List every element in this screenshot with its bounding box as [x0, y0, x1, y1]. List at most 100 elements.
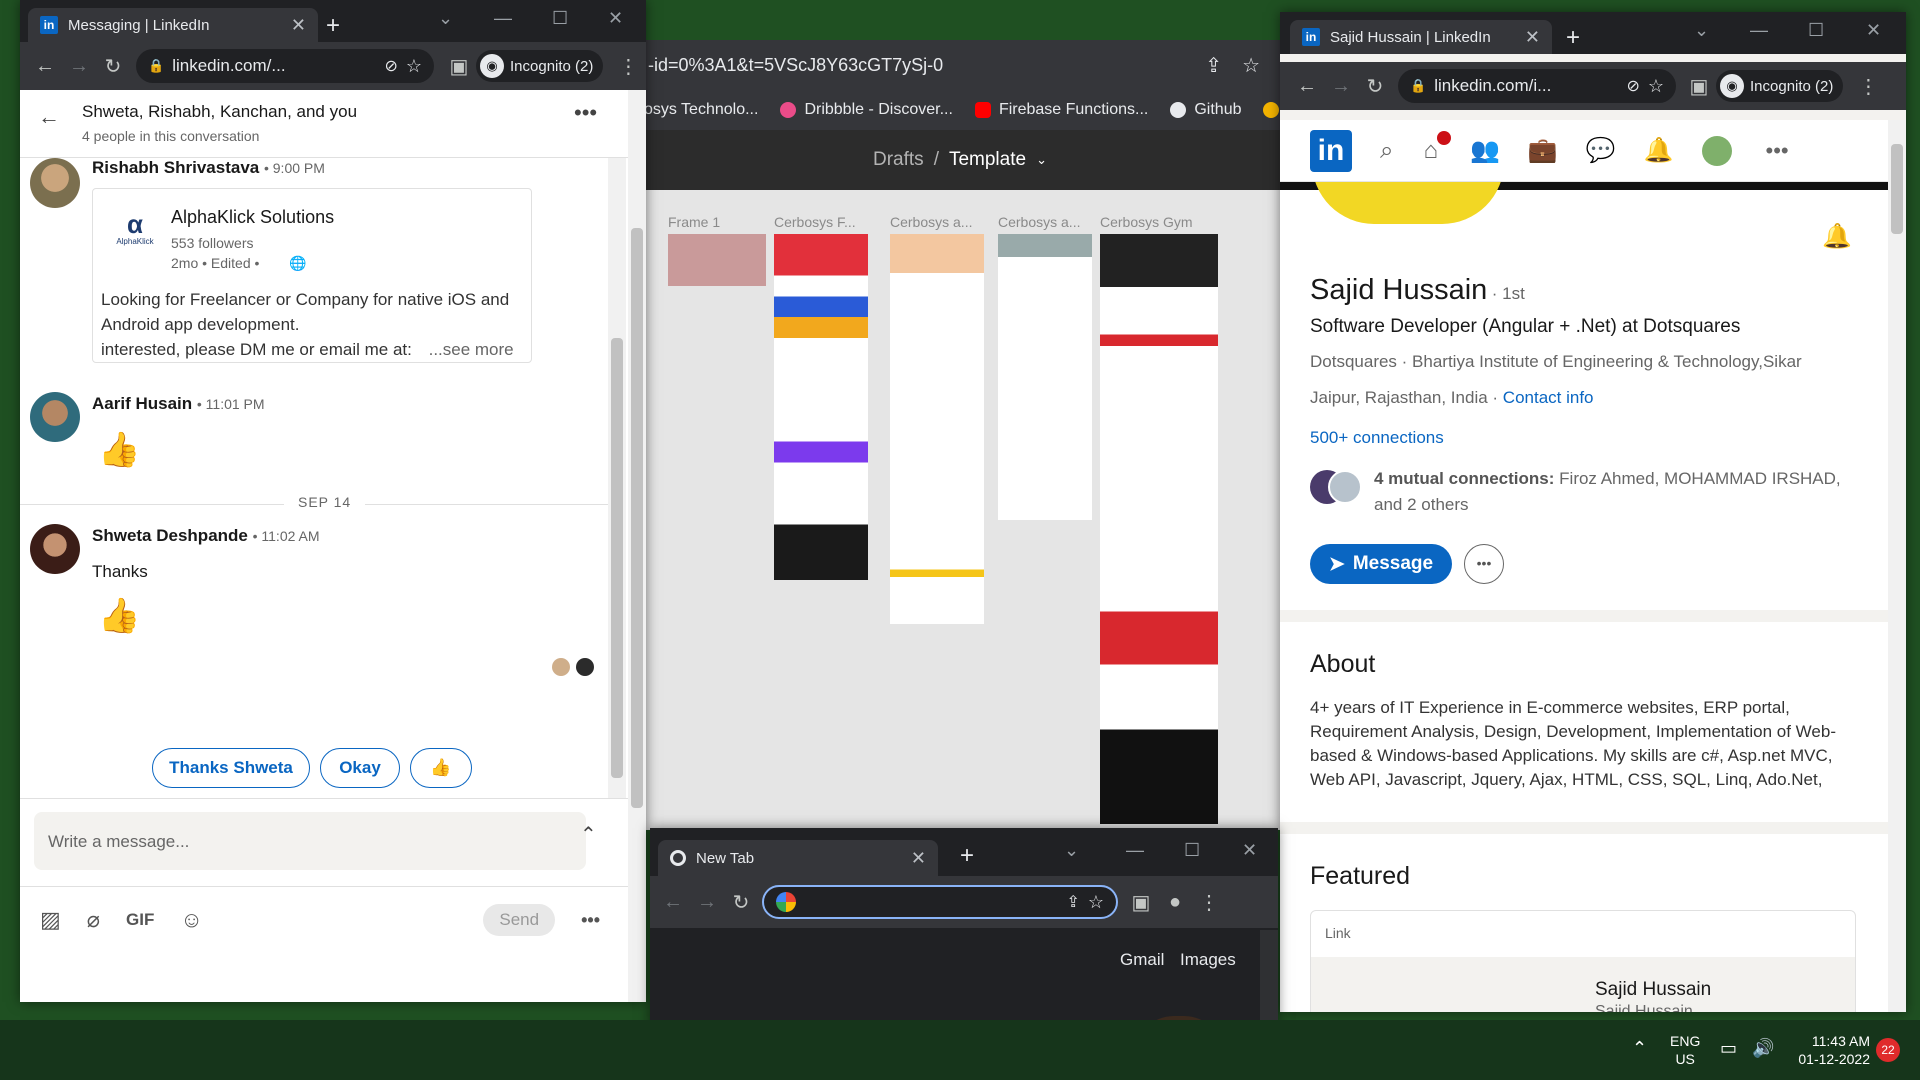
new-tab-icon[interactable]: +: [326, 12, 340, 40]
menu-dots-icon[interactable]: ⋮: [1851, 74, 1885, 99]
reload-icon[interactable]: ↻: [96, 54, 130, 79]
back-icon[interactable]: ←: [656, 891, 690, 914]
tab-messaging[interactable]: in Messaging | LinkedIn ✕: [28, 8, 318, 42]
attach-icon[interactable]: ⌀: [87, 907, 100, 933]
breadcrumb-drafts[interactable]: Drafts: [873, 149, 924, 171]
figma-canvas[interactable]: Frame 1 Cerbosys F... Cerbosys a... Cerb…: [640, 190, 1280, 830]
profile-content[interactable]: 🔔 Sajid Hussain · 1st Software Developer…: [1280, 182, 1888, 1012]
message-button[interactable]: ➤ Message: [1310, 544, 1452, 584]
more-options-icon[interactable]: •••: [1766, 138, 1789, 164]
message-list[interactable]: Rishabh Shrivastava • 9:00 PM α AlphaKli…: [20, 158, 628, 798]
avatar[interactable]: [30, 392, 80, 442]
avatar[interactable]: [30, 524, 80, 574]
gmail-link[interactable]: Gmail: [1120, 950, 1164, 970]
images-link[interactable]: Images: [1180, 950, 1236, 970]
contact-info-link[interactable]: Contact info: [1503, 388, 1594, 407]
back-icon[interactable]: ←: [28, 55, 62, 78]
bookmark-star-icon[interactable]: ☆: [1088, 892, 1104, 913]
notification-badge[interactable]: 22: [1876, 1038, 1900, 1062]
reload-icon[interactable]: ↻: [1358, 74, 1392, 99]
gif-button[interactable]: GIF: [126, 910, 154, 930]
bookmark-item[interactable]: Firebase Functions...: [974, 101, 1148, 119]
sender-name[interactable]: Rishabh Shrivastava: [92, 158, 259, 177]
more-options-icon[interactable]: •••: [574, 100, 597, 126]
quick-reply-button[interactable]: 👍: [410, 748, 472, 788]
maximize-icon[interactable]: ☐: [1184, 840, 1200, 861]
me-avatar[interactable]: [1701, 135, 1732, 166]
tab-new-tab[interactable]: New Tab ✕: [658, 840, 938, 876]
maximize-icon[interactable]: ☐: [552, 8, 568, 29]
frame-label[interactable]: Cerbosys a...: [890, 214, 972, 230]
quick-reply-button[interactable]: Thanks Shweta: [152, 748, 310, 788]
expand-compose-icon[interactable]: ⌃: [580, 822, 597, 847]
back-arrow-icon[interactable]: ←: [38, 104, 60, 130]
side-panel-icon[interactable]: ▣: [1124, 890, 1158, 915]
side-panel-icon[interactable]: ▣: [1682, 74, 1716, 99]
show-hidden-icons-icon[interactable]: ⌃: [1632, 1038, 1647, 1059]
mutual-connections[interactable]: 4 mutual connections: Firoz Ahmed, MOHAM…: [1374, 466, 1854, 518]
forward-icon[interactable]: →: [62, 55, 96, 78]
scrollbar-thumb[interactable]: [611, 338, 623, 778]
address-bar[interactable]: 🔒 linkedin.com/... ⊘ ☆: [136, 49, 434, 83]
profile-photo[interactable]: [1312, 182, 1504, 224]
tab-profile[interactable]: in Sajid Hussain | LinkedIn ✕: [1290, 20, 1552, 54]
incognito-badge[interactable]: ◉ Incognito (2): [476, 50, 604, 82]
quick-reply-button[interactable]: Okay: [320, 748, 400, 788]
frame-thumbnail[interactable]: [668, 234, 766, 286]
new-tab-icon[interactable]: +: [1566, 24, 1580, 52]
bookmark-star-icon[interactable]: ☆: [406, 56, 422, 77]
volume-icon[interactable]: 🔊: [1752, 1038, 1774, 1059]
tracking-off-icon[interactable]: ⊘: [1626, 76, 1639, 96]
tab-search-icon[interactable]: ⌄: [1694, 20, 1709, 41]
bell-icon[interactable]: 🔔: [1822, 222, 1852, 251]
share-icon[interactable]: ⇪: [1205, 53, 1222, 78]
bookmark-item[interactable]: St: [1263, 101, 1280, 119]
more-options-icon[interactable]: •••: [581, 910, 600, 931]
chevron-down-icon[interactable]: ⌄: [1036, 152, 1047, 168]
close-window-icon[interactable]: ✕: [1866, 20, 1881, 41]
page-scrollbar[interactable]: [628, 158, 646, 1002]
image-icon[interactable]: ▨: [40, 907, 61, 933]
tab-search-icon[interactable]: ⌄: [438, 8, 453, 29]
reload-icon[interactable]: ↻: [724, 890, 758, 915]
breadcrumb-template[interactable]: Template: [949, 149, 1026, 171]
maximize-icon[interactable]: ☐: [1808, 20, 1824, 41]
address-bar[interactable]: 🔒 linkedin.com/i... ⊘ ☆: [1398, 69, 1676, 103]
search-icon[interactable]: ⌕: [1380, 137, 1393, 165]
jobs-icon[interactable]: 💼: [1528, 136, 1558, 165]
avatar[interactable]: [30, 158, 80, 208]
featured-item[interactable]: Link Sajid Hussain Sajid Hussain: [1310, 910, 1856, 1012]
scrollbar-thumb[interactable]: [631, 228, 643, 808]
minimize-icon[interactable]: —: [494, 8, 512, 29]
language-indicator[interactable]: ENG US: [1670, 1032, 1700, 1068]
scrollbar-thumb[interactable]: [1891, 144, 1903, 234]
share-icon[interactable]: ⇪: [1066, 892, 1079, 912]
message-scrollbar[interactable]: [608, 158, 626, 798]
tracking-off-icon[interactable]: ⊘: [384, 56, 397, 76]
network-icon[interactable]: 👥: [1470, 136, 1500, 165]
clock[interactable]: 11:43 AM 01-12-2022: [1790, 1032, 1870, 1068]
message-input[interactable]: Write a message...: [34, 812, 586, 870]
forward-icon[interactable]: →: [690, 891, 724, 914]
frame-label[interactable]: Cerbosys a...: [998, 214, 1080, 230]
send-button[interactable]: Send: [483, 904, 556, 936]
company-name[interactable]: AlphaKlick Solutions: [171, 207, 334, 228]
close-tab-icon[interactable]: ✕: [1525, 27, 1540, 48]
minimize-icon[interactable]: —: [1126, 840, 1144, 861]
messaging-icon[interactable]: 💬: [1586, 136, 1616, 165]
menu-dots-icon[interactable]: ⋮: [1192, 890, 1226, 915]
see-more-link[interactable]: ...see more: [429, 340, 514, 359]
side-panel-icon[interactable]: ▣: [442, 54, 476, 79]
frame-label[interactable]: Cerbosys Gym: [1100, 214, 1193, 230]
tab-search-icon[interactable]: ⌄: [1064, 840, 1079, 861]
bookmark-star-icon[interactable]: ☆: [1242, 53, 1260, 78]
outer-scrollbar[interactable]: [628, 90, 646, 158]
frame-label[interactable]: Frame 1: [668, 214, 720, 230]
close-tab-icon[interactable]: ✕: [291, 15, 306, 36]
close-window-icon[interactable]: ✕: [1242, 840, 1257, 861]
incognito-badge[interactable]: ◉ Incognito (2): [1716, 70, 1844, 102]
frame-thumbnail[interactable]: [998, 234, 1092, 520]
bookmark-item[interactable]: osys Technolo...: [644, 101, 758, 119]
bookmark-item[interactable]: Github: [1170, 101, 1241, 119]
emoji-icon[interactable]: ☺: [180, 907, 202, 933]
